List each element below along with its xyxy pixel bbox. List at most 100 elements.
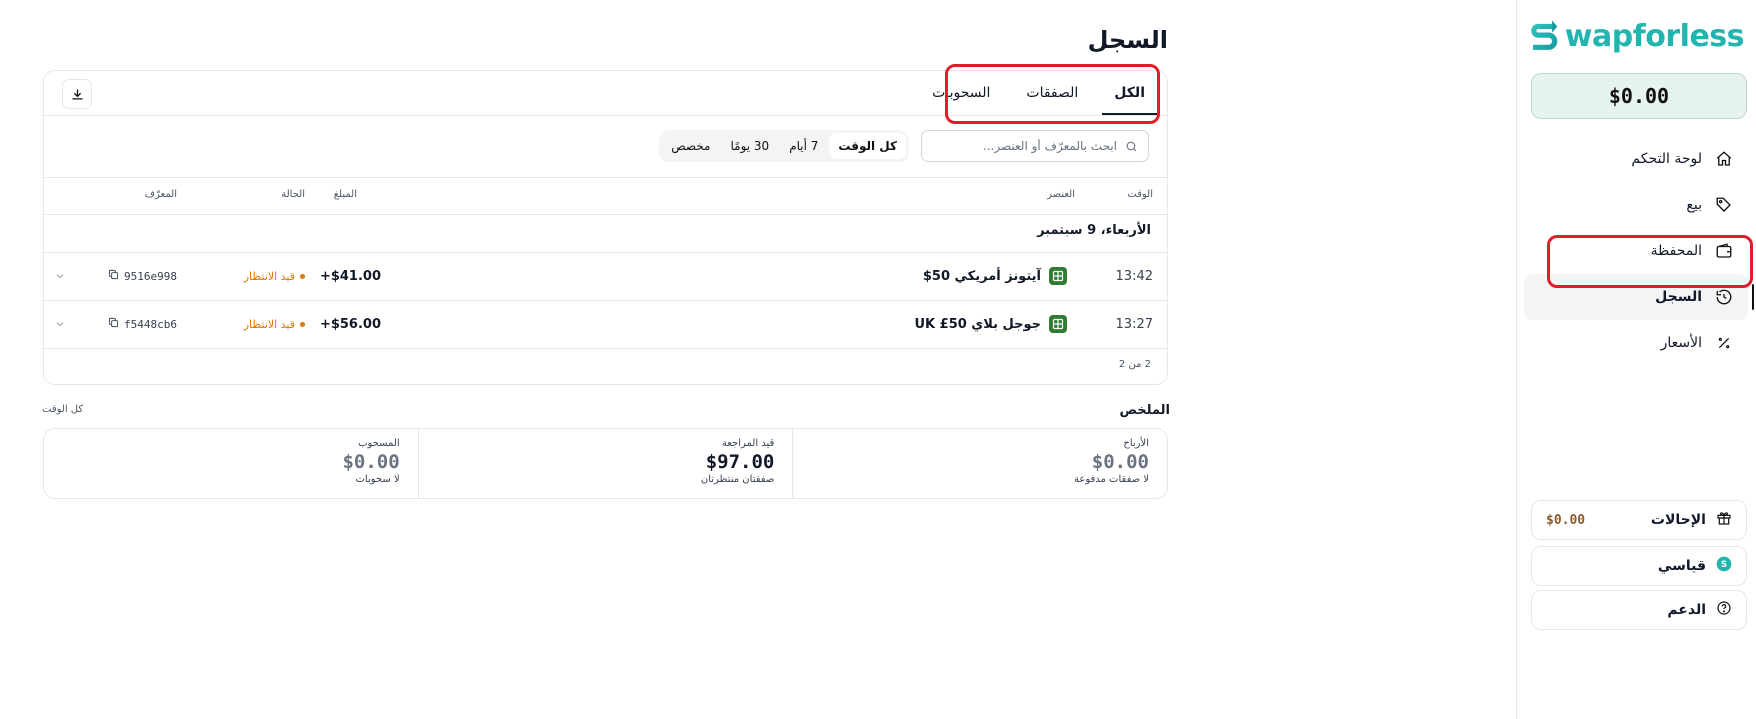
summary-pending: قيد المراجعة $97.00 صفقتان منتظرتان [417,429,793,498]
copy-icon[interactable] [108,269,119,283]
row-divider [44,348,1167,349]
referrals-button[interactable]: الإحالات $0.00 [1531,500,1747,540]
tab-all[interactable]: الكل [1102,71,1157,115]
tabs-divider [44,115,1167,116]
brand-name: wapforless [1564,18,1745,54]
status-label: قيد الانتظار [243,269,295,283]
range-7-days[interactable]: 7 أيام [780,133,827,159]
row-time: 13:27 [1115,316,1153,332]
tab-withdrawals[interactable]: السحوبات [928,71,994,115]
history-tabs: الكل الصفقات السحوبات [928,71,1157,115]
svg-text:S: S [1721,560,1727,570]
row-status: قيد الانتظار [244,252,305,300]
gift-icon [1716,510,1732,530]
header-divider [44,214,1167,215]
summary-value: $0.00 [1091,451,1149,473]
tier-badge-icon: S [1716,556,1732,576]
row-id-value: 9516e998 [124,269,177,283]
sidebar-item-sell[interactable]: بيع [1516,182,1756,228]
summary-sub: لا سحوبات [355,474,400,485]
status-dot-icon [300,273,305,279]
range-custom[interactable]: مخصص [662,133,719,159]
row-item: آيتونز أمريكي 50$ [923,252,1067,300]
header-item: العنصر [1047,189,1075,200]
expand-chevron[interactable] [54,300,66,348]
gift-card-icon [1049,267,1067,285]
page-title: السجل [1087,26,1168,54]
percent-icon [1714,333,1734,353]
sidebar: wapforless $0.00 لوحة التحكم بيع المحفظة [1516,0,1756,719]
search-input[interactable] [937,139,1117,153]
table-row[interactable]: 13:42 آيتونز أمريكي 50$ +$41.00 قيد الان… [44,252,1167,300]
sidebar-item-label: السجل [1655,289,1702,305]
sidebar-nav: لوحة التحكم بيع المحفظة السجل الأسعار [1516,136,1756,366]
support-button[interactable]: الدعم [1531,590,1747,630]
history-card: الكل الصفقات السحوبات كل الوقت 7 أيام 30… [43,70,1168,385]
referrals-amount: $0.00 [1546,512,1586,528]
header-amount: المبلغ [333,189,357,200]
tag-icon [1714,195,1734,215]
date-group-label: الأربعاء، 9 سبتمبر [1037,223,1151,238]
table-row[interactable]: 13:27 جوجل بلاي 50£ UK +$56.00 قيد الانت… [44,300,1167,348]
search-icon [1126,141,1137,151]
summary-withdrawn: المسحوب $0.00 لا سحوبات [44,429,418,498]
swapforless-logo-icon [1531,20,1558,50]
chevron-down-icon [56,322,64,327]
row-item: جوجل بلاي 50£ UK [914,300,1067,348]
brand-logo[interactable]: wapforless [1526,14,1745,58]
summary-title: الملخص [1119,403,1170,418]
row-amount: +$56.00 [319,316,381,332]
sidebar-item-label: لوحة التحكم [1631,151,1702,167]
tab-deals[interactable]: الصفقات [1022,71,1082,115]
summary-card: الأرباح $0.00 لا صفقات مدفوعة قيد المراج… [43,428,1168,499]
status-dot-icon [300,321,305,327]
help-circle-icon [1716,600,1732,620]
row-time: 13:42 [1115,268,1153,284]
history-icon [1714,287,1734,307]
summary-value: $0.00 [342,451,400,473]
summary-label: الأرباح [1123,438,1149,449]
status-label: قيد الانتظار [243,317,295,331]
row-status: قيد الانتظار [244,300,305,348]
table-header: الوقت العنصر المبلغ الحالة المعرّف [44,177,1167,214]
summary-label: المسحوب [358,438,400,449]
range-30-days[interactable]: 30 يومًا [721,133,778,159]
range-all-time[interactable]: كل الوقت [829,133,906,159]
summary-label: قيد المراجعة [721,438,775,449]
home-icon [1714,149,1734,169]
row-id: f5448cb6 [108,300,177,348]
support-label: الدعم [1667,602,1706,618]
row-item-name: آيتونز أمريكي 50$ [922,268,1041,284]
row-amount: +$41.00 [319,268,381,284]
download-icon [72,89,82,99]
header-id: المعرّف [144,189,177,200]
sidebar-item-label: المحفظة [1650,243,1702,259]
row-id: 9516e998 [108,252,177,300]
expand-chevron[interactable] [54,252,66,300]
download-button[interactable] [62,79,92,109]
summary-sub: صفقتان منتظرتان [700,474,775,485]
sidebar-item-rates[interactable]: الأسعار [1516,320,1756,366]
tier-label: قياسي [1657,558,1706,574]
tier-button[interactable]: S قياسي [1531,546,1747,586]
search-box[interactable] [921,130,1149,162]
sidebar-item-history[interactable]: السجل [1524,274,1754,320]
sidebar-item-wallet[interactable]: المحفظة [1516,228,1756,274]
summary-earnings: الأرباح $0.00 لا صفقات مدفوعة [792,429,1167,498]
sidebar-item-dashboard[interactable]: لوحة التحكم [1516,136,1756,182]
sidebar-item-label: بيع [1686,197,1702,213]
header-time: الوقت [1127,189,1153,200]
chevron-down-icon [56,274,64,279]
wallet-icon [1714,241,1734,261]
gift-card-icon [1049,315,1067,333]
balance-display: $0.00 [1531,73,1747,119]
copy-icon[interactable] [108,317,119,331]
range-selector: كل الوقت 7 أيام 30 يومًا مخصص [659,130,909,162]
row-id-value: f5448cb6 [124,317,177,331]
row-item-name: جوجل بلاي 50£ UK [914,316,1041,332]
pagination-info: 2 من 2 [1118,359,1151,370]
sidebar-item-label: الأسعار [1660,335,1702,351]
summary-sub: لا صفقات مدفوعة [1073,474,1149,485]
referrals-label: الإحالات [1650,512,1706,528]
summary-value: $97.00 [705,451,775,473]
